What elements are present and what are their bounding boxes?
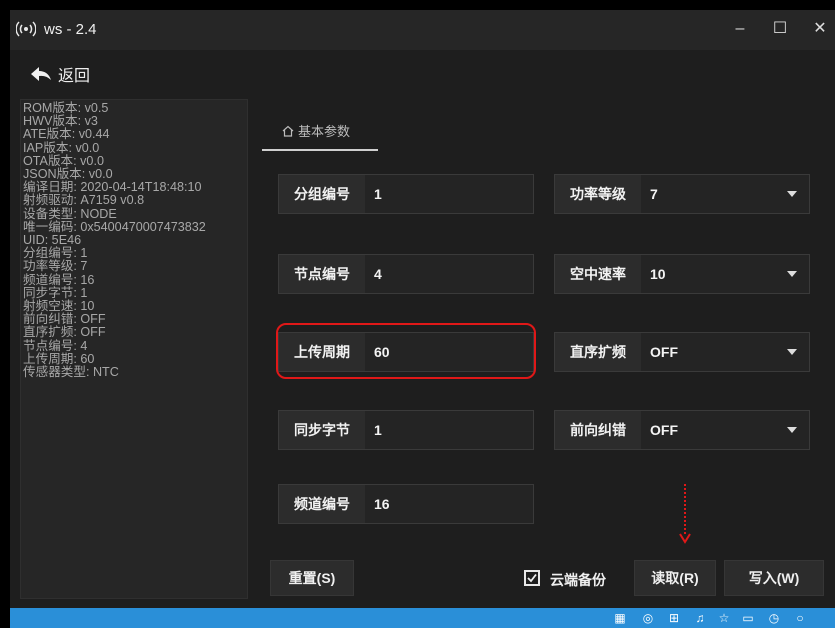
info-line: 设备类型: NODE bbox=[23, 206, 117, 221]
info-line: 频道编号: 16 bbox=[23, 272, 95, 287]
sync-byte-input[interactable]: 1 bbox=[374, 411, 382, 449]
check-icon bbox=[527, 573, 537, 583]
info-line: 射频驱动: A7159 v0.8 bbox=[23, 193, 145, 208]
dsss-select[interactable]: OFF bbox=[650, 333, 678, 371]
chevron-down-icon[interactable] bbox=[787, 271, 797, 277]
info-line: ATE版本: v0.44 bbox=[23, 127, 110, 142]
node-id-field[interactable]: 节点编号 4 bbox=[278, 254, 534, 294]
fec-field[interactable]: 前向纠错 OFF bbox=[554, 410, 810, 450]
power-level-field[interactable]: 功率等级 7 bbox=[554, 174, 810, 214]
device-info-panel: ROM版本: v0.5 HWV版本: v3 ATE版本: v0.44 IAP版本… bbox=[20, 99, 248, 599]
grid-icon[interactable]: ▦ bbox=[612, 610, 628, 626]
channel-input[interactable]: 16 bbox=[374, 485, 390, 523]
plus-box-icon[interactable]: ⊞ bbox=[666, 610, 682, 626]
info-line: 功率等级: 7 bbox=[23, 259, 88, 274]
chevron-down-icon[interactable] bbox=[787, 427, 797, 433]
power-level-label: 功率等级 bbox=[555, 175, 641, 213]
language-icon[interactable]: ◎ bbox=[640, 610, 656, 626]
reset-button[interactable]: 重置(S) bbox=[270, 560, 354, 596]
channel-label: 频道编号 bbox=[279, 485, 365, 523]
clock-icon[interactable]: ◷ bbox=[766, 610, 782, 626]
tab-label-row: 基本参数 bbox=[282, 121, 350, 140]
air-rate-select[interactable]: 10 bbox=[650, 255, 666, 293]
sync-byte-field[interactable]: 同步字节 1 bbox=[278, 410, 534, 450]
back-arrow-icon bbox=[31, 67, 51, 81]
group-id-input[interactable]: 1 bbox=[374, 175, 382, 213]
back-label: 返回 bbox=[58, 68, 91, 85]
home-icon bbox=[282, 125, 294, 137]
cloud-backup-checkbox[interactable] bbox=[524, 570, 540, 586]
info-line: 节点编号: 4 bbox=[23, 338, 88, 353]
fec-label: 前向纠错 bbox=[555, 411, 641, 449]
node-id-label: 节点编号 bbox=[279, 255, 365, 293]
cloud-backup-label: 云端备份 bbox=[550, 572, 606, 588]
bell-icon[interactable]: ♫ bbox=[692, 610, 708, 626]
title-bar: ws - 2.4 – ☐ ✕ bbox=[10, 10, 835, 50]
group-id-field[interactable]: 分组编号 1 bbox=[278, 174, 534, 214]
write-button[interactable]: 写入(W) bbox=[724, 560, 824, 596]
wireless-icon bbox=[16, 21, 36, 37]
chevron-down-icon[interactable] bbox=[787, 191, 797, 197]
back-button[interactable]: 返回 bbox=[30, 60, 90, 88]
star-icon[interactable]: ☆ bbox=[716, 610, 732, 626]
node-id-input[interactable]: 4 bbox=[374, 255, 382, 293]
sync-byte-label: 同步字节 bbox=[279, 411, 365, 449]
info-line: 传感器类型: NTC bbox=[23, 365, 119, 380]
pin-icon[interactable]: ○ bbox=[792, 610, 808, 626]
tab-basic-params[interactable]: 基本参数 bbox=[262, 113, 378, 151]
air-rate-field[interactable]: 空中速率 10 bbox=[554, 254, 810, 294]
group-id-label: 分组编号 bbox=[279, 175, 365, 213]
highlight-annotation bbox=[276, 323, 536, 379]
taskbar: ▦ ◎ ⊞ ♫ ☆ ▭ ◷ ○ bbox=[10, 608, 835, 628]
channel-field[interactable]: 频道编号 16 bbox=[278, 484, 534, 524]
read-button[interactable]: 读取(R) bbox=[634, 560, 716, 596]
tab-label: 基本参数 bbox=[298, 124, 351, 139]
dotted-down-arrow-icon bbox=[679, 484, 691, 544]
minimize-button[interactable]: – bbox=[720, 16, 760, 42]
app-window: ws - 2.4 – ☐ ✕ 返回 ROM版本: v0.5 HWV版本: v3 … bbox=[10, 10, 835, 628]
dsss-field[interactable]: 直序扩频 OFF bbox=[554, 332, 810, 372]
monitor-icon[interactable]: ▭ bbox=[740, 610, 756, 626]
fec-select[interactable]: OFF bbox=[650, 411, 678, 449]
air-rate-label: 空中速率 bbox=[555, 255, 641, 293]
chevron-down-icon[interactable] bbox=[787, 349, 797, 355]
window-title: ws - 2.4 bbox=[44, 21, 97, 38]
info-line: IAP版本: v0.0 bbox=[23, 140, 100, 155]
dsss-label: 直序扩频 bbox=[555, 333, 641, 371]
power-level-select[interactable]: 7 bbox=[650, 175, 658, 213]
close-button[interactable]: ✕ bbox=[800, 16, 835, 42]
info-line: 直序扩频: OFF bbox=[23, 325, 106, 340]
maximize-button[interactable]: ☐ bbox=[760, 16, 800, 42]
